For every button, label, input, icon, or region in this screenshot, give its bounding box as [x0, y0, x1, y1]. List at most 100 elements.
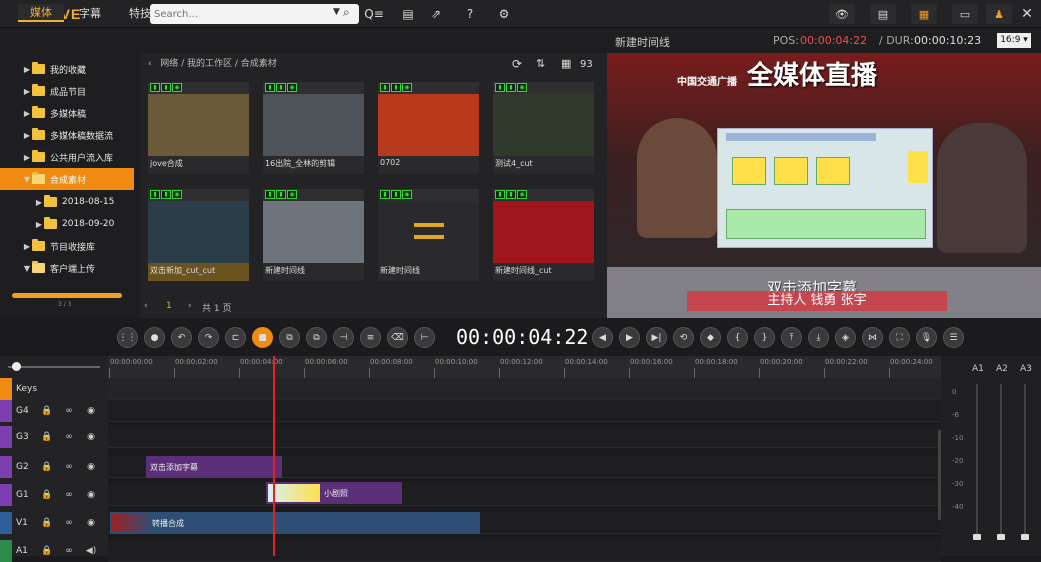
lock-icon[interactable]: 🔒: [36, 406, 58, 416]
link-icon[interactable]: ∞: [58, 432, 80, 442]
media-thumbnail[interactable]: ▮ ▮ ◉ 新建时间线: [263, 189, 364, 281]
tree-item[interactable]: ▶ 我的收藏: [0, 58, 134, 80]
fullscreen-icon[interactable]: ⛶: [889, 327, 910, 348]
grid-icon[interactable]: ⋮⋮: [117, 327, 138, 348]
trim-icon[interactable]: ≡: [360, 327, 381, 348]
export-icon[interactable]: ⇗: [426, 5, 446, 23]
lock-icon[interactable]: 🔒: [36, 518, 58, 528]
track-header[interactable]: A1 🔒 ∞ ◀): [0, 540, 108, 562]
expand-right-icon[interactable]: ▶: [22, 87, 32, 96]
monitor-icon[interactable]: ▭: [952, 4, 978, 24]
breadcrumb-item[interactable]: 合成素材: [241, 59, 277, 69]
fader-handle[interactable]: [997, 534, 1005, 540]
fader-handle[interactable]: [973, 534, 981, 540]
out-point-icon[interactable]: }: [754, 327, 775, 348]
zoom-slider-handle[interactable]: [12, 362, 21, 371]
tree-item[interactable]: ▶ 成品节目: [0, 80, 134, 102]
paste-icon[interactable]: ⧉: [306, 327, 327, 348]
search-icon[interactable]: ⌕: [343, 5, 350, 20]
track-header[interactable]: V1 🔒 ∞ ◉: [0, 512, 108, 534]
track-header[interactable]: G3 🔒 ∞ ◉: [0, 426, 108, 448]
prev-page-icon[interactable]: ‹: [144, 301, 148, 311]
zoom-control[interactable]: [0, 356, 108, 378]
timeline-ruler[interactable]: 00:00:00:00 00:00:02:00 00:00:04:00 00:00:0…: [108, 356, 941, 378]
fader-handle[interactable]: [1021, 534, 1029, 540]
media-thumbnail[interactable]: ▮ ▮ ◉ jove合成: [148, 82, 249, 174]
clip-g2[interactable]: 双击添加字幕: [146, 456, 282, 478]
tree-item[interactable]: ▶ 多媒体稿数据流: [0, 124, 134, 146]
tab-effects[interactable]: 特技: [118, 4, 162, 22]
track-lane[interactable]: [108, 426, 941, 448]
eye-icon[interactable]: ◉: [80, 518, 102, 528]
snap-icon[interactable]: ⋈: [862, 327, 883, 348]
prev-frame-icon[interactable]: ◀: [592, 327, 613, 348]
track-header[interactable]: G2 🔒 ∞ ◉: [0, 456, 108, 478]
tree-item[interactable]: ▶ 多媒体稿: [0, 102, 134, 124]
tab-media[interactable]: 媒体: [18, 4, 64, 22]
lock-icon[interactable]: 🔒: [36, 490, 58, 500]
eye-icon[interactable]: ◉: [80, 432, 102, 442]
refresh-icon[interactable]: ⟳: [512, 57, 522, 71]
video-preview[interactable]: 中国交通广播 全媒体直播 双击添加字幕 主持人 钱勇 张宇: [607, 53, 1041, 318]
expand-down-icon[interactable]: ▼: [22, 175, 32, 184]
back-icon[interactable]: ‹: [148, 59, 152, 69]
list-icon[interactable]: ☰: [943, 327, 964, 348]
media-thumbnail[interactable]: ▮ ▮ ◉ 双击新加_cut_cut: [148, 189, 249, 281]
expand-right-icon[interactable]: ▶: [22, 131, 32, 140]
tree-scrollbar[interactable]: [12, 293, 122, 298]
expand-right-icon[interactable]: ▶: [34, 198, 44, 207]
expand-down-icon[interactable]: ▼: [22, 264, 32, 273]
lock-icon[interactable]: 🔒: [36, 462, 58, 472]
search-input[interactable]: [154, 6, 324, 22]
document-icon[interactable]: ▤: [398, 5, 418, 23]
media-thumbnail[interactable]: ▮ ▮ ◉ 新建时间线: [378, 189, 479, 281]
extract-icon[interactable]: ⤓: [808, 327, 829, 348]
tab-subtitles[interactable]: 字幕: [70, 4, 110, 22]
tree-item[interactable]: ▼ 客户端上传: [0, 257, 134, 279]
expand-right-icon[interactable]: ▶: [22, 242, 32, 251]
track-lane[interactable]: [108, 484, 941, 506]
eye-icon[interactable]: ◉: [80, 490, 102, 500]
loop-icon[interactable]: ⟲: [673, 327, 694, 348]
redo-icon[interactable]: ↷: [198, 327, 219, 348]
mark-icon[interactable]: ◆: [700, 327, 721, 348]
media-thumbnail[interactable]: ▮ ▮ ◉ 测试4_cut: [493, 82, 594, 174]
link-icon[interactable]: ∞: [58, 490, 80, 500]
copy-icon[interactable]: ⧉: [279, 327, 300, 348]
media-thumbnail[interactable]: ▮ ▮ ◉ 16出院_全林的剪辑: [263, 82, 364, 174]
eye-icon[interactable]: ◉: [80, 462, 102, 472]
marker-icon[interactable]: ◈: [835, 327, 856, 348]
voice-icon[interactable]: 🎙: [916, 327, 937, 348]
search-box[interactable]: ▼ ⌕: [150, 4, 359, 24]
close-icon[interactable]: ✕: [1016, 4, 1038, 24]
link-icon[interactable]: ∞: [58, 518, 80, 528]
in-point-icon[interactable]: {: [727, 327, 748, 348]
split-icon[interactable]: ⊣: [333, 327, 354, 348]
lock-icon[interactable]: 🔒: [36, 546, 58, 556]
play-icon[interactable]: ▶: [619, 327, 640, 348]
tree-item[interactable]: ▶ 公共用户流入库: [0, 146, 134, 168]
track-lane[interactable]: [108, 378, 941, 400]
track-lane[interactable]: [108, 400, 941, 422]
undo-icon[interactable]: ↶: [171, 327, 192, 348]
lock-icon[interactable]: 🔒: [36, 432, 58, 442]
expand-right-icon[interactable]: ▶: [22, 65, 32, 74]
layout-icon[interactable]: ▤: [870, 4, 896, 24]
next-frame-icon[interactable]: ▶|: [646, 327, 667, 348]
track-lane[interactable]: [108, 540, 941, 562]
grid-view-icon[interactable]: ▦: [561, 57, 571, 70]
expand-right-icon[interactable]: ▶: [22, 153, 32, 162]
mic-icon[interactable]: ●: [144, 327, 165, 348]
track-header[interactable]: G4 🔒 ∞ ◉: [0, 400, 108, 422]
aspect-ratio-select[interactable]: 16:9 ▾: [997, 33, 1031, 48]
settings-icon[interactable]: ⚙: [494, 5, 514, 23]
link-icon[interactable]: ∞: [58, 546, 80, 556]
tree-item[interactable]: ▶ 2018-09-20: [0, 213, 134, 235]
lift-icon[interactable]: ⤒: [781, 327, 802, 348]
search-dropdown-icon[interactable]: ▼: [333, 7, 340, 17]
tree-item[interactable]: ▶ 2018-08-15: [0, 191, 134, 213]
help-icon[interactable]: ?: [460, 5, 480, 23]
mark-in-icon[interactable]: ⊏: [225, 327, 246, 348]
track-header[interactable]: Keys: [0, 378, 108, 400]
link-icon[interactable]: ∞: [58, 462, 80, 472]
